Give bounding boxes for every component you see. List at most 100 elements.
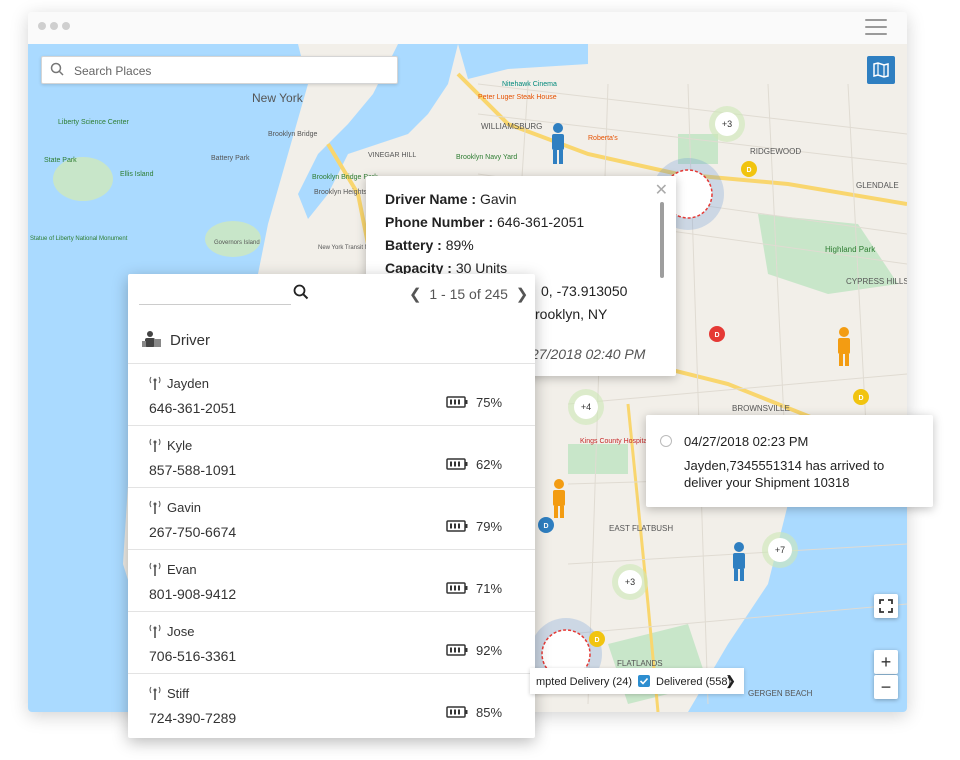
window-dot-3[interactable] xyxy=(62,22,70,30)
signal-icon xyxy=(149,562,161,576)
arrival-notification: 04/27/2018 02:23 PM Jayden,7345551314 ha… xyxy=(646,415,933,507)
signal-icon xyxy=(149,438,161,452)
signal-icon xyxy=(149,500,161,514)
hamburger-menu-icon[interactable] xyxy=(865,19,887,35)
driver-phone: 724-390-7289 xyxy=(149,710,237,726)
svg-text:D: D xyxy=(543,523,548,530)
map-label-ellis: Ellis Island xyxy=(120,171,154,178)
map-label-navy: Brooklyn Navy Yard xyxy=(456,154,517,161)
svg-text:D: D xyxy=(594,637,599,644)
map-label-gergen: GERGEN BEACH xyxy=(748,689,813,698)
map-label-battery: Battery Park xyxy=(211,155,250,162)
driver-name: Kyle xyxy=(167,438,193,453)
battery-icon xyxy=(446,396,468,408)
popup-timestamp: 27/2018 02:40 PM xyxy=(531,346,646,362)
driver-phone: 801-908-9412 xyxy=(149,586,237,602)
driver-search-input[interactable] xyxy=(139,282,291,305)
driver-battery-level: 62% xyxy=(476,457,503,472)
popup-phone: Phone Number : 646-361-2051 xyxy=(385,214,585,230)
map-park-kings xyxy=(568,444,628,474)
search-icon[interactable] xyxy=(293,284,309,300)
signal-icon xyxy=(149,686,161,700)
zoom-out-button[interactable]: − xyxy=(874,675,898,699)
driver-name: Gavin xyxy=(167,500,201,515)
map-label-statue: Statue of Liberty National Monument xyxy=(30,236,128,242)
notification-message: Jayden,7345551314 has arrived to deliver… xyxy=(684,458,885,490)
driver-list-panel: ❮ 1 - 15 of 245 ❯ Driver Jayden 646-361-… xyxy=(128,274,535,738)
driver-icon xyxy=(142,331,161,347)
driver-row[interactable]: Stiff 724-390-7289 85% xyxy=(128,673,535,735)
cluster-count: +4 xyxy=(581,402,591,412)
map-label-governors: Governors Island xyxy=(214,240,260,246)
search-icon xyxy=(50,62,64,76)
chevron-left-icon[interactable]: ❮ xyxy=(409,286,422,303)
delivery-legend: mpted Delivery (24) Delivered (558) ❯ xyxy=(530,668,744,694)
map-label-cypress: CYPRESS HILLS xyxy=(846,277,907,286)
map-label-newyork: New York xyxy=(252,91,304,105)
map-label-statepark: State Park xyxy=(44,157,77,164)
driver-name: Evan xyxy=(167,562,197,577)
driver-row[interactable]: Jose 706-516-3361 92% xyxy=(128,611,535,673)
map-label-nitehawk: Nitehawk Cinema xyxy=(502,81,557,88)
battery-icon xyxy=(446,706,468,718)
notification-timestamp: 04/27/2018 02:23 PM xyxy=(684,434,809,449)
driver-phone: 646-361-2051 xyxy=(149,400,237,416)
title-bar xyxy=(28,12,907,45)
driver-battery-level: 79% xyxy=(476,519,503,534)
map-layers-button[interactable] xyxy=(867,56,895,84)
zoom-in-button[interactable]: + xyxy=(874,650,898,674)
battery-icon xyxy=(446,520,468,532)
map-park-governors xyxy=(205,221,261,257)
chevron-right-icon[interactable]: ❯ xyxy=(516,286,529,303)
legend-attempted-delivery[interactable]: mpted Delivery (24) xyxy=(536,676,632,688)
driver-row[interactable]: Jayden 646-361-2051 75% xyxy=(128,363,535,425)
cluster-count: +7 xyxy=(775,545,785,555)
search-places-input[interactable] xyxy=(72,57,386,85)
driver-row[interactable]: Gavin 267-750-6674 79% xyxy=(128,487,535,549)
signal-icon xyxy=(149,376,161,390)
signal-icon xyxy=(149,624,161,638)
driver-row[interactable]: Kyle 857-588-1091 62% xyxy=(128,425,535,487)
delivered-checkbox[interactable] xyxy=(638,675,650,687)
close-icon[interactable]: ✕ xyxy=(655,180,668,200)
window-dot-1[interactable] xyxy=(38,22,46,30)
driver-row[interactable]: Evan 801-908-9412 71% xyxy=(128,549,535,611)
search-places-bar[interactable] xyxy=(41,56,398,85)
map-label-vinegar: VINEGAR HILL xyxy=(368,152,416,159)
map-label-kings: Kings County Hospital xyxy=(580,438,649,445)
map-label-lsc: Liberty Science Center xyxy=(58,119,129,126)
popup-driver-name: Driver Name : Gavin xyxy=(385,191,517,207)
driver-battery-level: 71% xyxy=(476,581,503,596)
fullscreen-icon xyxy=(879,599,893,613)
driver-battery-level: 92% xyxy=(476,643,503,658)
map-label-ridgewood: RIDGEWOOD xyxy=(750,147,801,156)
driver-battery-level: 75% xyxy=(476,395,503,410)
checkmark-icon xyxy=(639,677,649,685)
driver-phone: 267-750-6674 xyxy=(149,524,237,540)
map-label-bklyn-bridge: Brooklyn Bridge xyxy=(268,131,318,138)
battery-icon xyxy=(446,458,468,470)
fullscreen-button[interactable] xyxy=(874,594,898,618)
map-label-williamsburg: WILLIAMSBURG xyxy=(481,122,542,131)
cluster-count: +3 xyxy=(625,577,635,587)
map-label-heights: Brooklyn Heights xyxy=(314,189,367,196)
svg-text:D: D xyxy=(714,332,719,339)
pagination: ❮ 1 - 15 of 245 ❯ xyxy=(409,285,528,303)
popup-scrollbar[interactable] xyxy=(660,202,664,278)
map-label-glendale: GLENDALE xyxy=(856,181,899,190)
battery-icon xyxy=(446,644,468,656)
popup-battery: Battery : 89% xyxy=(385,237,474,253)
map-label-roberta: Roberta's xyxy=(588,135,618,142)
driver-phone: 706-516-3361 xyxy=(149,648,237,664)
map-label-brownsville: BROWNSVILLE xyxy=(732,404,790,413)
svg-text:D: D xyxy=(858,395,863,402)
battery-icon xyxy=(446,582,468,594)
legend-delivered[interactable]: Delivered (558) xyxy=(656,676,731,688)
notification-radio[interactable] xyxy=(660,435,672,447)
chevron-right-icon[interactable]: ❯ xyxy=(725,673,736,689)
driver-name: Stiff xyxy=(167,686,190,701)
pagination-range: 1 - 15 of 245 xyxy=(429,286,508,302)
map-label-luger: Peter Luger Steak House xyxy=(478,94,557,101)
popup-coordinates: 0, -73.913050 xyxy=(541,283,628,299)
window-dot-2[interactable] xyxy=(50,22,58,30)
